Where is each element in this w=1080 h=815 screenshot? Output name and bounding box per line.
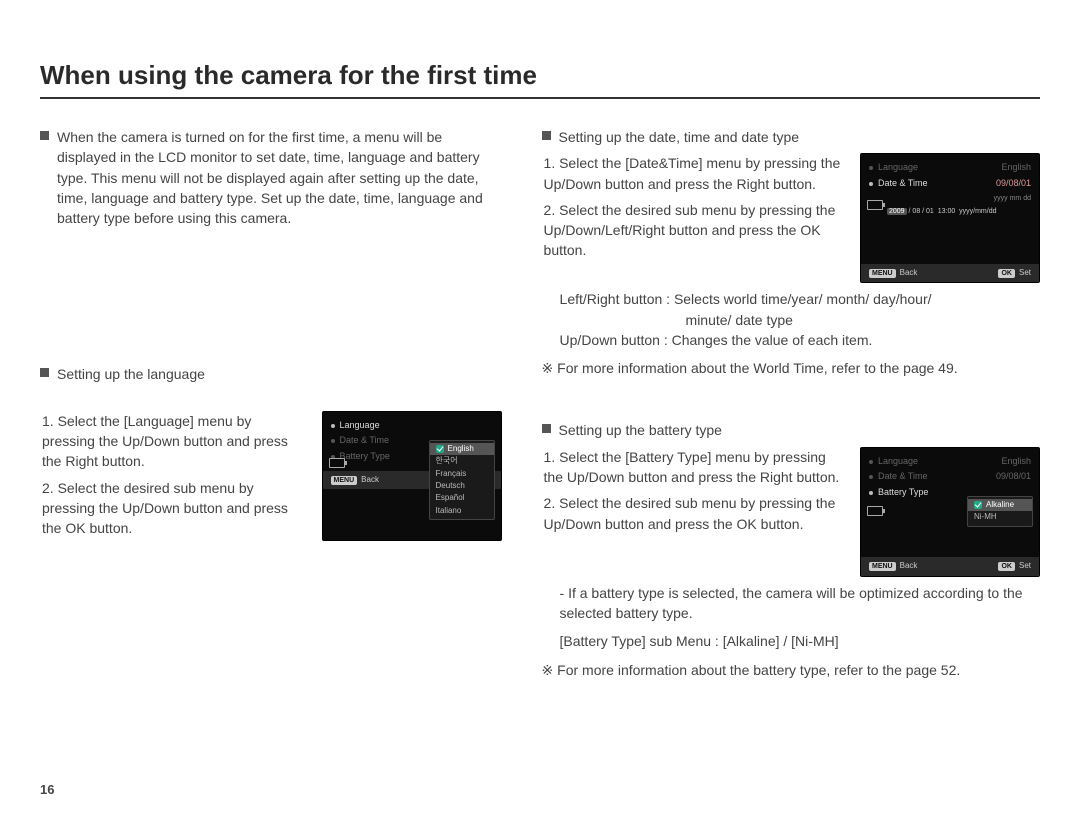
square-bullet-icon bbox=[542, 424, 551, 433]
lcd-date-label: Date & Time bbox=[340, 435, 390, 447]
batt-note-1: - If a battery type is selected, the cam… bbox=[542, 583, 1040, 624]
batt-note-2: [Battery Type] sub Menu : [Alkaline] / [… bbox=[542, 631, 1040, 651]
lang-step-2: 2. Select the desired sub menu by pressi… bbox=[40, 478, 308, 539]
lcd-batt-label: Battery Type bbox=[340, 451, 390, 463]
check-icon bbox=[974, 501, 982, 509]
square-bullet-icon bbox=[542, 131, 551, 140]
date-ud-text: Up/Down button : Changes the value of ea… bbox=[542, 330, 1040, 350]
lang-step-1: 1. Select the [Language] menu by pressin… bbox=[40, 411, 308, 472]
left-column: When the camera is turned on for the fir… bbox=[40, 127, 502, 680]
battery-icon bbox=[329, 458, 345, 468]
batt-heading: Setting up the battery type bbox=[559, 420, 722, 440]
intro-text: When the camera is turned on for the fir… bbox=[57, 127, 502, 228]
batt-note-3: ※ For more information about the battery… bbox=[542, 660, 1040, 680]
lcd-lang-label: Language bbox=[340, 420, 380, 432]
page-title: When using the camera for the first time bbox=[40, 60, 1040, 99]
right-column: Setting up the date, time and date type … bbox=[542, 127, 1040, 680]
lang-heading: Setting up the language bbox=[57, 364, 205, 384]
date-heading: Setting up the date, time and date type bbox=[559, 127, 800, 147]
battery-icon bbox=[867, 506, 883, 516]
batt-step-1: 1. Select the [Battery Type] menu by pre… bbox=[542, 447, 846, 488]
check-icon bbox=[436, 445, 444, 453]
lcd-language-screenshot: Language Date & Time Battery Type Englis… bbox=[322, 411, 502, 541]
lcd-battery-screenshot: LanguageEnglish Date & Time09/08/01 Batt… bbox=[860, 447, 1040, 577]
date-lr-text: Left/Right button : Selects world time/y… bbox=[542, 289, 1040, 309]
date-step-1: 1. Select the [Date&Time] menu by pressi… bbox=[542, 153, 846, 194]
lcd-language-options: English 한국어 Français Deutsch Español Ita… bbox=[429, 440, 495, 520]
lcd-datetime-screenshot: LanguageEnglish Date & Time09/08/01 yyyy… bbox=[860, 153, 1040, 283]
battery-icon bbox=[867, 200, 883, 210]
date-note: ※ For more information about the World T… bbox=[542, 358, 1040, 378]
batt-step-2: 2. Select the desired sub menu by pressi… bbox=[542, 493, 846, 534]
page-number: 16 bbox=[40, 782, 54, 797]
date-lr-text-2: minute/ date type bbox=[542, 310, 1040, 330]
menu-button-label: MENU bbox=[331, 476, 358, 485]
square-bullet-icon bbox=[40, 368, 49, 377]
lcd-battery-options: Alkaline Ni-MH bbox=[967, 496, 1033, 527]
square-bullet-icon bbox=[40, 131, 49, 140]
date-step-2: 2. Select the desired sub menu by pressi… bbox=[542, 200, 846, 261]
